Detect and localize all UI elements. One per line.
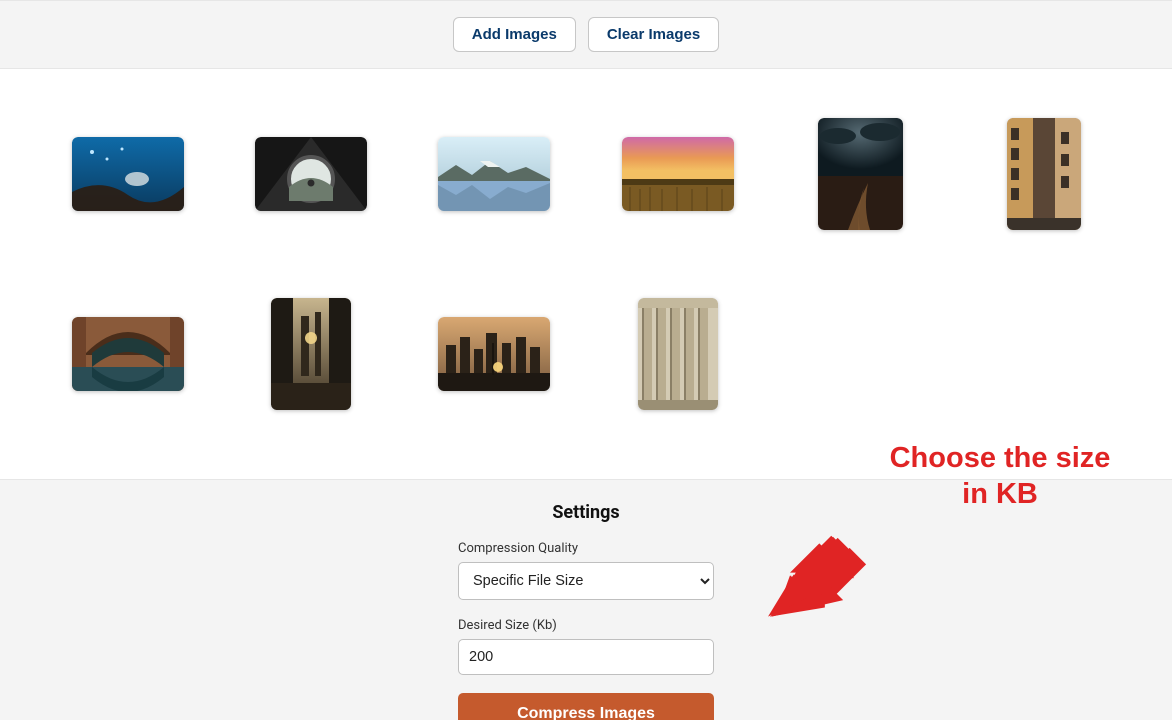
annotation-text-line2: in KB <box>962 478 1038 510</box>
image-thumbnail[interactable] <box>72 137 184 211</box>
settings-title: Settings <box>458 502 714 523</box>
image-thumbnail[interactable] <box>1007 118 1081 230</box>
image-thumbnail[interactable] <box>818 118 903 230</box>
desired-size-input[interactable] <box>458 639 714 675</box>
image-thumbnail[interactable] <box>438 317 550 391</box>
image-thumbnail[interactable] <box>271 298 351 410</box>
image-thumbnail[interactable] <box>72 317 184 391</box>
clear-images-button[interactable]: Clear Images <box>588 17 719 52</box>
image-gallery <box>0 69 1172 480</box>
arrow-icon <box>760 525 875 635</box>
image-thumbnail[interactable] <box>638 298 718 410</box>
settings-panel: Settings Compression Quality Specific Fi… <box>0 480 1172 720</box>
desired-size-label: Desired Size (Kb) <box>458 618 714 633</box>
compress-images-button[interactable]: Compress Images <box>458 693 714 720</box>
image-thumbnail[interactable] <box>255 137 367 211</box>
compression-quality-select[interactable]: Specific File Size <box>458 562 714 600</box>
image-thumbnail[interactable] <box>622 137 734 211</box>
add-images-button[interactable]: Add Images <box>453 17 576 52</box>
toolbar: Add Images Clear Images <box>0 0 1172 69</box>
image-thumbnail[interactable] <box>438 137 550 211</box>
quality-label: Compression Quality <box>458 541 714 556</box>
